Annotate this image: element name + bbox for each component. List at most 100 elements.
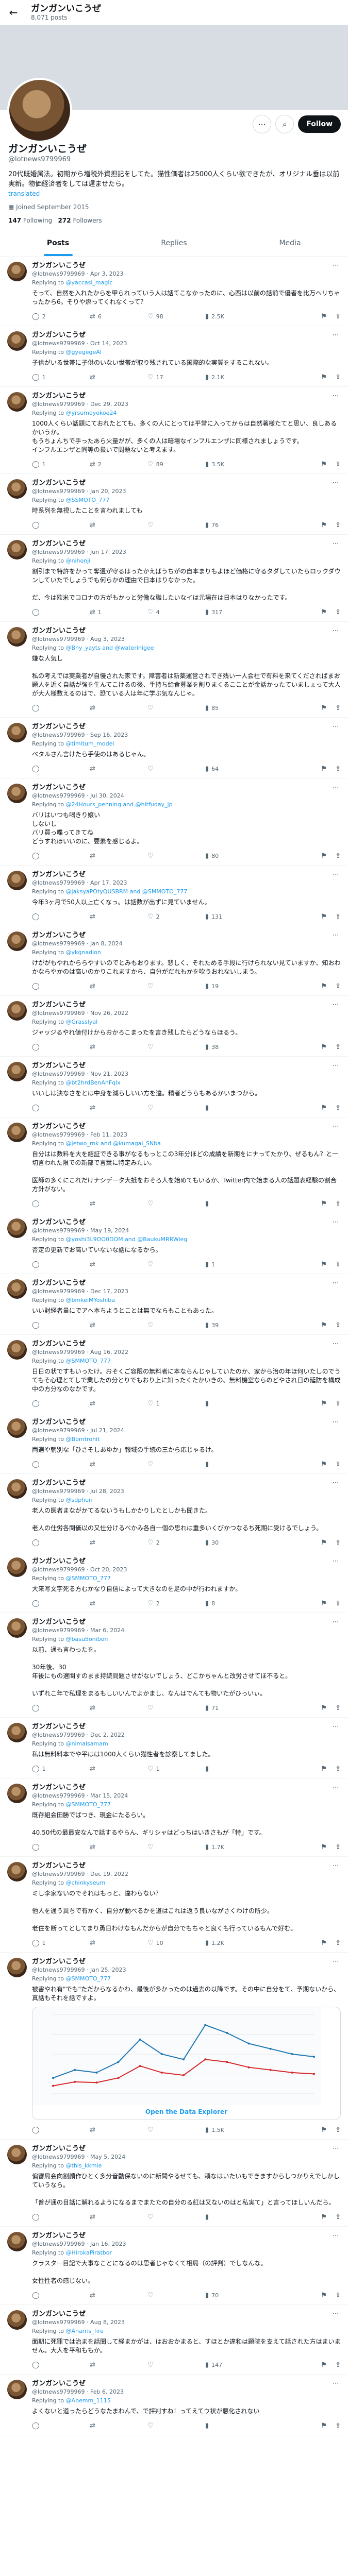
repost-button[interactable]: ⇄ xyxy=(90,2213,147,2221)
author-name[interactable]: ガンガンいこうぜ xyxy=(32,540,330,548)
reply-button[interactable]: ◯ xyxy=(32,1200,90,1208)
reply-target[interactable]: @yaccasi_magic xyxy=(66,279,113,286)
share-icon[interactable]: ⇪ xyxy=(335,1200,341,1208)
following-count[interactable]: 147 xyxy=(8,217,21,224)
share-icon[interactable]: ⇪ xyxy=(335,982,341,990)
views-button[interactable]: ▮ xyxy=(205,1461,263,1468)
share-icon[interactable]: ⇪ xyxy=(335,1600,341,1607)
views-button[interactable]: ▮ 71 xyxy=(205,1704,263,1712)
reply-target[interactable]: @Bbmtrohit xyxy=(66,1436,100,1443)
back-arrow-icon[interactable]: ← xyxy=(7,6,20,19)
reply-button[interactable]: ◯ xyxy=(32,982,90,990)
reply-button[interactable]: ◯ xyxy=(32,2361,90,2369)
following-label[interactable]: Following xyxy=(23,217,52,224)
bookmark-icon[interactable]: ⚑ xyxy=(321,521,327,529)
more-icon[interactable]: ⋯ xyxy=(330,931,341,939)
author-name[interactable]: ガンガンいこうぜ xyxy=(32,1557,330,1566)
tweet[interactable]: ガンガンいこうぜ @lotnews9799969 · Sep 16, 2023 … xyxy=(0,718,348,778)
repost-button[interactable]: ⇄ xyxy=(90,1104,147,1112)
share-icon[interactable]: ⇪ xyxy=(335,704,341,712)
more-icon[interactable]: ⋯ xyxy=(330,1723,341,1731)
search-icon[interactable]: ⌕ xyxy=(275,115,294,133)
more-icon[interactable]: ⋯ xyxy=(330,1279,341,1287)
more-icon[interactable]: ⋯ xyxy=(330,1418,341,1426)
tweet[interactable]: ガンガンいこうぜ @lotnews9799969 · Jan 8, 2024 ⋯… xyxy=(0,926,348,996)
reply-target[interactable]: @bmkeiMYoshiba xyxy=(66,1297,115,1303)
author-name[interactable]: ガンガンいこうぜ xyxy=(32,1123,330,1131)
reply-button[interactable]: ◯ xyxy=(32,2213,90,2221)
avatar[interactable] xyxy=(7,392,27,412)
bookmark-icon[interactable]: ⚑ xyxy=(321,913,327,921)
bookmark-icon[interactable]: ⚑ xyxy=(321,1539,327,1547)
share-icon[interactable]: ⇪ xyxy=(335,2361,341,2369)
repost-button[interactable]: ⇄ xyxy=(90,1200,147,1208)
like-button[interactable]: ♡ 4 xyxy=(147,608,205,616)
reply-target[interactable]: @yoshi3L9OO0DOM and @BaukuMRRWieg xyxy=(66,1236,188,1243)
repost-button[interactable]: ⇄ xyxy=(90,704,147,712)
reply-target[interactable]: @Bhy_yayts and @waterinigee xyxy=(66,645,154,651)
like-button[interactable]: ♡ xyxy=(147,2361,205,2369)
bookmark-icon[interactable]: ⚑ xyxy=(321,765,327,773)
share-icon[interactable]: ⇪ xyxy=(335,608,341,616)
tweet-meta[interactable]: @lotnews9799969 · Jul 30, 2024 xyxy=(32,792,330,800)
reply-button[interactable]: ◯ 1 xyxy=(32,374,90,381)
views-button[interactable]: ▮ 8 xyxy=(205,1600,263,1607)
avatar[interactable] xyxy=(7,1218,27,1238)
like-button[interactable]: ♡ 1 xyxy=(147,1400,205,1408)
views-button[interactable]: ▮ xyxy=(205,1200,263,1208)
repost-button[interactable]: ⇄ xyxy=(90,1461,147,1468)
views-button[interactable]: ▮ xyxy=(205,2213,263,2221)
share-icon[interactable]: ⇪ xyxy=(335,1261,341,1268)
more-icon[interactable]: ⋯ xyxy=(330,627,341,635)
author-name[interactable]: ガンガンいこうぜ xyxy=(32,871,330,879)
views-button[interactable]: ▮ 38 xyxy=(205,1043,263,1051)
tweet-meta[interactable]: @lotnews9799969 · Dec 29, 2023 xyxy=(32,400,330,408)
reply-button[interactable]: ◯ 1 xyxy=(32,1939,90,1947)
reply-button[interactable]: ◯ xyxy=(32,1704,90,1712)
author-name[interactable]: ガンガンいこうぜ xyxy=(32,1340,330,1348)
reply-target[interactable]: @gyegegeAI xyxy=(66,349,102,355)
like-button[interactable]: ♡ 2 xyxy=(147,1600,205,1607)
tweet-meta[interactable]: @lotnews9799969 · Nov 21, 2023 xyxy=(32,1070,330,1078)
bookmark-icon[interactable]: ⚑ xyxy=(321,1200,327,1208)
like-button[interactable]: ♡ xyxy=(147,2213,205,2221)
like-button[interactable]: ♡ xyxy=(147,2422,205,2430)
repost-button[interactable]: ⇄ xyxy=(90,913,147,921)
repost-button[interactable]: ⇄ xyxy=(90,1765,147,1773)
repost-button[interactable]: ⇄ xyxy=(90,2126,147,2134)
bookmark-icon[interactable]: ⚑ xyxy=(321,1600,327,1607)
repost-button[interactable]: ⇄ xyxy=(90,982,147,990)
like-button[interactable]: ♡ xyxy=(147,852,205,860)
bookmark-icon[interactable]: ⚑ xyxy=(321,1104,327,1112)
avatar[interactable] xyxy=(7,871,27,890)
more-icon[interactable]: ⋯ xyxy=(330,1479,341,1487)
avatar[interactable] xyxy=(7,540,27,560)
author-name[interactable]: ガンガンいこうぜ xyxy=(32,1784,330,1792)
avatar[interactable] xyxy=(7,1340,27,1360)
author-name[interactable]: ガンガンいこうぜ xyxy=(32,331,330,340)
bookmark-icon[interactable]: ⚑ xyxy=(321,313,327,320)
avatar[interactable] xyxy=(7,2145,27,2164)
share-icon[interactable]: ⇪ xyxy=(335,2422,341,2430)
share-icon[interactable]: ⇪ xyxy=(335,1461,341,1468)
reply-button[interactable]: ◯ 1 xyxy=(32,461,90,468)
views-button[interactable]: ▮ xyxy=(205,1765,263,1773)
reply-target[interactable]: @24Hours_penning and @hitfuday_jp xyxy=(66,801,173,808)
more-icon[interactable]: ⋯ xyxy=(330,479,341,487)
share-icon[interactable]: ⇪ xyxy=(335,2213,341,2221)
views-button[interactable]: ▮ 1.2K xyxy=(205,1939,263,1947)
reply-button[interactable]: ◯ xyxy=(32,1261,90,1268)
tweet-meta[interactable]: @lotnews9799969 · Jan 8, 2024 xyxy=(32,940,330,947)
tab-media[interactable]: Media xyxy=(232,230,348,256)
author-name[interactable]: ガンガンいこうぜ xyxy=(32,1723,330,1731)
more-icon[interactable]: ⋯ xyxy=(330,2380,341,2387)
avatar[interactable] xyxy=(7,723,27,742)
bookmark-icon[interactable]: ⚑ xyxy=(321,1704,327,1712)
author-name[interactable]: ガンガンいこうぜ xyxy=(32,2380,330,2388)
author-name[interactable]: ガンガンいこうぜ xyxy=(32,723,330,731)
reply-button[interactable]: ◯ xyxy=(32,2292,90,2299)
views-button[interactable]: ▮ xyxy=(205,1400,263,1408)
views-button[interactable]: ▮ 64 xyxy=(205,765,263,773)
more-icon[interactable]: ⋯ xyxy=(330,1062,341,1070)
repost-button[interactable]: ⇄ xyxy=(90,1261,147,1268)
